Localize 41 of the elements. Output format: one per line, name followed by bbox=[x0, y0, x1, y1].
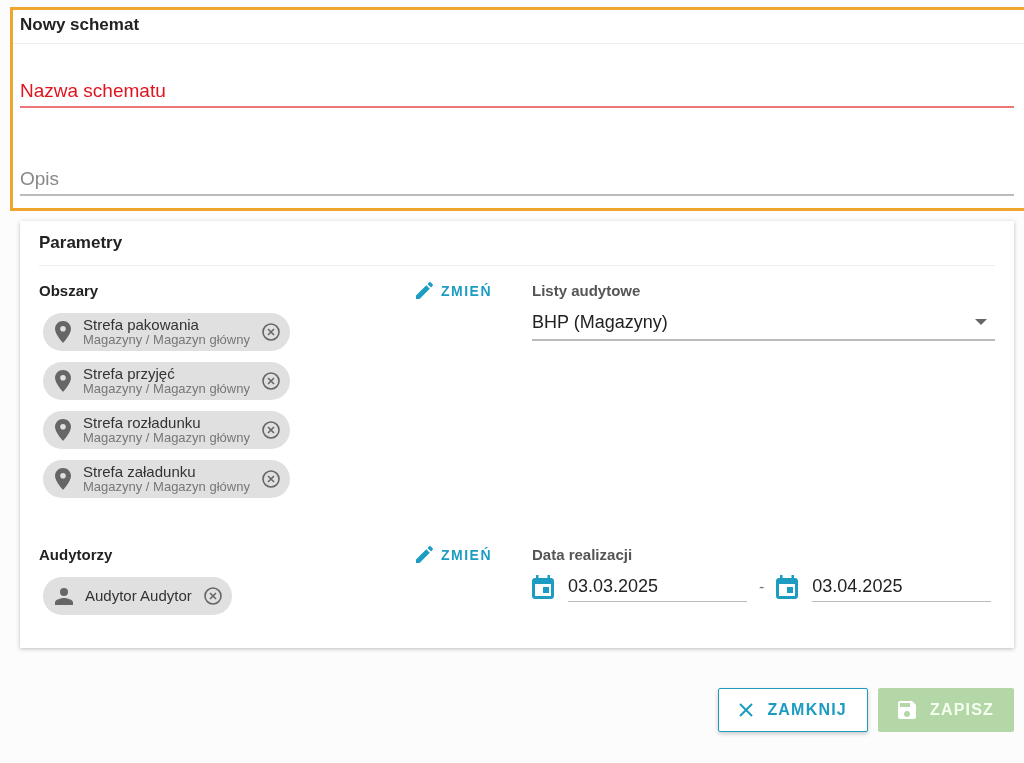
close-icon bbox=[739, 703, 754, 717]
start-date-field[interactable]: 03.03.2025 bbox=[568, 572, 747, 602]
chip-title: Strefa przyjęć bbox=[83, 366, 176, 383]
caret-icon bbox=[975, 319, 987, 325]
audit-list-select[interactable]: BHP (Magazyny) bbox=[532, 305, 995, 341]
auditors-label: Audytorzy bbox=[39, 546, 113, 563]
areas-label: Obszary bbox=[39, 282, 99, 299]
remove-icon[interactable] bbox=[261, 372, 280, 390]
person-icon bbox=[55, 587, 73, 605]
calendar-icon[interactable] bbox=[776, 575, 799, 599]
change-button[interactable]: ZMIEŃ bbox=[412, 546, 495, 563]
close-button[interactable]: ZAMKNIJ bbox=[718, 688, 868, 732]
remove-icon[interactable] bbox=[261, 470, 280, 488]
location-pin-icon bbox=[55, 419, 71, 441]
pencil-icon bbox=[415, 282, 433, 299]
calendar-icon[interactable] bbox=[532, 575, 554, 599]
chip-title: Strefa załadunku bbox=[83, 464, 197, 481]
location-pin-icon bbox=[55, 370, 71, 392]
pencil-icon bbox=[415, 546, 433, 563]
audit-lists-label: Listy audytowe bbox=[532, 282, 642, 299]
chip-subtitle: Magazyny / Magazyn główny bbox=[83, 431, 250, 445]
dialog-title: Nowy schemat bbox=[13, 10, 1024, 44]
chip-title: Strefa rozładunku bbox=[83, 415, 202, 432]
chip-subtitle: Magazyny / Magazyn główny bbox=[83, 382, 250, 396]
location-pin-icon bbox=[55, 468, 71, 490]
remove-icon[interactable] bbox=[203, 587, 222, 605]
end-date-field[interactable]: 03.04.2025 bbox=[812, 572, 992, 602]
change-button[interactable]: ZMIEŃ bbox=[412, 282, 495, 299]
date-separator: - bbox=[759, 578, 765, 596]
save-icon bbox=[897, 701, 916, 719]
remove-icon[interactable] bbox=[261, 323, 280, 341]
section-title: Parametry bbox=[39, 233, 995, 266]
chip-subtitle: Magazyny / Magazyn główny bbox=[83, 333, 250, 347]
remove-icon[interactable] bbox=[261, 421, 280, 439]
name-input-field[interactable]: Nazwa schematu bbox=[20, 75, 1014, 108]
chip-subtitle: Magazyny / Magazyn główny bbox=[83, 480, 250, 494]
chip-title: Strefa pakowania bbox=[83, 317, 200, 334]
date-label: Data realizacji bbox=[532, 546, 634, 563]
chip-title: Audytor Audytor bbox=[85, 588, 192, 604]
location-pin-icon bbox=[55, 321, 71, 343]
description-input-field[interactable]: Opis bbox=[20, 163, 1014, 196]
